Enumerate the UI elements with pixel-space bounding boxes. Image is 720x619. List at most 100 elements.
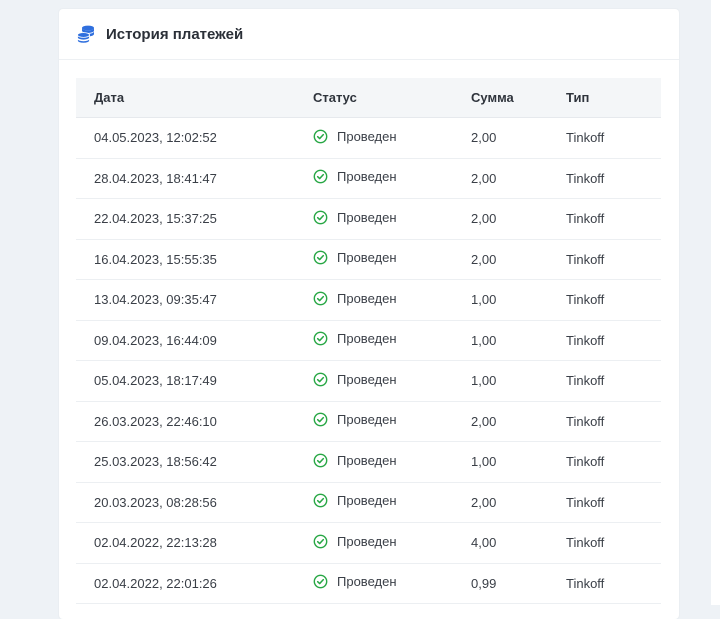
check-circle-icon bbox=[313, 372, 328, 387]
check-circle-icon bbox=[313, 169, 328, 184]
cell-status: Проведен bbox=[313, 401, 471, 442]
cell-sum: 1,00 bbox=[471, 441, 566, 483]
cell-sum: 4,00 bbox=[471, 522, 566, 564]
status-text: Проведен bbox=[337, 169, 397, 185]
cell-status: Проведен bbox=[313, 482, 471, 523]
column-header-status[interactable]: Статус bbox=[313, 78, 471, 118]
cell-type: Tinkoff bbox=[566, 563, 661, 604]
cell-status: Проведен bbox=[313, 360, 471, 402]
cell-date: 05.04.2023, 18:17:49 bbox=[76, 360, 313, 402]
cell-type: Tinkoff bbox=[566, 239, 661, 280]
check-circle-icon bbox=[313, 250, 328, 265]
cell-sum: 2,00 bbox=[471, 198, 566, 240]
status-badge: Проведен bbox=[313, 331, 397, 346]
status-text: Проведен bbox=[337, 452, 397, 468]
cell-sum: 2,00 bbox=[471, 401, 566, 442]
cell-date: 28.04.2023, 18:41:47 bbox=[76, 158, 313, 199]
status-badge: Проведен bbox=[313, 574, 397, 589]
cell-date: 16.04.2023, 15:55:35 bbox=[76, 239, 313, 280]
cell-type: Tinkoff bbox=[566, 360, 661, 402]
status-badge: Проведен bbox=[313, 129, 397, 144]
coins-icon bbox=[76, 24, 96, 44]
cell-date: 02.04.2022, 22:01:26 bbox=[76, 563, 313, 604]
cell-sum: 2,00 bbox=[471, 482, 566, 523]
cell-sum: 2,00 bbox=[471, 158, 566, 199]
cell-type: Tinkoff bbox=[566, 522, 661, 564]
cell-status: Проведен bbox=[313, 158, 471, 199]
payments-table-wrap: Дата Статус Сумма Тип 04.05.2023, 12:02:… bbox=[76, 78, 661, 604]
cell-status: Проведен bbox=[313, 522, 471, 564]
check-circle-icon bbox=[313, 412, 328, 427]
cell-sum: 1,00 bbox=[471, 360, 566, 402]
table-row: 04.05.2023, 12:02:52 Проведен 2,00 Tinko… bbox=[76, 117, 661, 159]
page-edge-strip bbox=[711, 0, 720, 605]
cell-type: Tinkoff bbox=[566, 279, 661, 321]
table-row: 09.04.2023, 16:44:09 Проведен 1,00 Tinko… bbox=[76, 320, 661, 361]
cell-sum: 1,00 bbox=[471, 279, 566, 321]
cell-type: Tinkoff bbox=[566, 198, 661, 240]
status-text: Проведен bbox=[337, 209, 397, 225]
cell-type: Tinkoff bbox=[566, 482, 661, 523]
check-circle-icon bbox=[313, 574, 328, 589]
table-row: 02.04.2022, 22:13:28 Проведен 4,00 Tinko… bbox=[76, 522, 661, 564]
table-header-row: Дата Статус Сумма Тип bbox=[76, 78, 661, 118]
check-circle-icon bbox=[313, 331, 328, 346]
table-row: 28.04.2023, 18:41:47 Проведен 2,00 Tinko… bbox=[76, 158, 661, 199]
column-header-date[interactable]: Дата bbox=[76, 78, 313, 118]
status-badge: Проведен bbox=[313, 169, 397, 184]
status-text: Проведен bbox=[337, 371, 397, 387]
status-text: Проведен bbox=[337, 331, 397, 347]
cell-status: Проведен bbox=[313, 198, 471, 240]
payments-table: Дата Статус Сумма Тип 04.05.2023, 12:02:… bbox=[76, 78, 661, 604]
cell-type: Tinkoff bbox=[566, 441, 661, 483]
check-circle-icon bbox=[313, 493, 328, 508]
cell-type: Tinkoff bbox=[566, 320, 661, 361]
cell-status: Проведен bbox=[313, 239, 471, 280]
cell-status: Проведен bbox=[313, 441, 471, 483]
column-header-type[interactable]: Тип bbox=[566, 78, 661, 118]
cell-status: Проведен bbox=[313, 117, 471, 159]
table-row: 25.03.2023, 18:56:42 Проведен 1,00 Tinko… bbox=[76, 441, 661, 483]
table-row: 16.04.2023, 15:55:35 Проведен 2,00 Tinko… bbox=[76, 239, 661, 280]
cell-sum: 2,00 bbox=[471, 239, 566, 280]
status-badge: Проведен bbox=[313, 453, 397, 468]
cell-status: Проведен bbox=[313, 279, 471, 321]
cell-sum: 1,00 bbox=[471, 320, 566, 361]
check-circle-icon bbox=[313, 129, 328, 144]
status-text: Проведен bbox=[337, 574, 397, 590]
cell-status: Проведен bbox=[313, 563, 471, 604]
status-text: Проведен bbox=[337, 128, 397, 144]
status-text: Проведен bbox=[337, 250, 397, 266]
cell-status: Проведен bbox=[313, 320, 471, 361]
cell-sum: 2,00 bbox=[471, 117, 566, 159]
cell-sum: 0,99 bbox=[471, 563, 566, 604]
cell-date: 25.03.2023, 18:56:42 bbox=[76, 441, 313, 483]
cell-type: Tinkoff bbox=[566, 401, 661, 442]
status-text: Проведен bbox=[337, 533, 397, 549]
payment-history-card: История платежей Дата Статус Сумма Тип 0… bbox=[59, 9, 679, 619]
table-row: 20.03.2023, 08:28:56 Проведен 2,00 Tinko… bbox=[76, 482, 661, 523]
cell-date: 09.04.2023, 16:44:09 bbox=[76, 320, 313, 361]
page-title: История платежей bbox=[106, 25, 244, 43]
cell-date: 04.05.2023, 12:02:52 bbox=[76, 117, 313, 159]
check-circle-icon bbox=[313, 453, 328, 468]
table-row: 05.04.2023, 18:17:49 Проведен 1,00 Tinko… bbox=[76, 360, 661, 402]
cell-type: Tinkoff bbox=[566, 117, 661, 159]
table-row: 13.04.2023, 09:35:47 Проведен 1,00 Tinko… bbox=[76, 279, 661, 321]
check-circle-icon bbox=[313, 291, 328, 306]
status-text: Проведен bbox=[337, 412, 397, 428]
status-text: Проведен bbox=[337, 290, 397, 306]
cell-date: 02.04.2022, 22:13:28 bbox=[76, 522, 313, 564]
check-circle-icon bbox=[313, 210, 328, 225]
status-badge: Проведен bbox=[313, 250, 397, 265]
status-badge: Проведен bbox=[313, 493, 397, 508]
status-badge: Проведен bbox=[313, 291, 397, 306]
status-badge: Проведен bbox=[313, 210, 397, 225]
status-text: Проведен bbox=[337, 493, 397, 509]
cell-type: Tinkoff bbox=[566, 158, 661, 199]
table-row: 02.04.2022, 22:01:26 Проведен 0,99 Tinko… bbox=[76, 563, 661, 604]
card-header: История платежей bbox=[59, 9, 679, 60]
cell-date: 13.04.2023, 09:35:47 bbox=[76, 279, 313, 321]
column-header-sum[interactable]: Сумма bbox=[471, 78, 566, 118]
status-badge: Проведен bbox=[313, 412, 397, 427]
